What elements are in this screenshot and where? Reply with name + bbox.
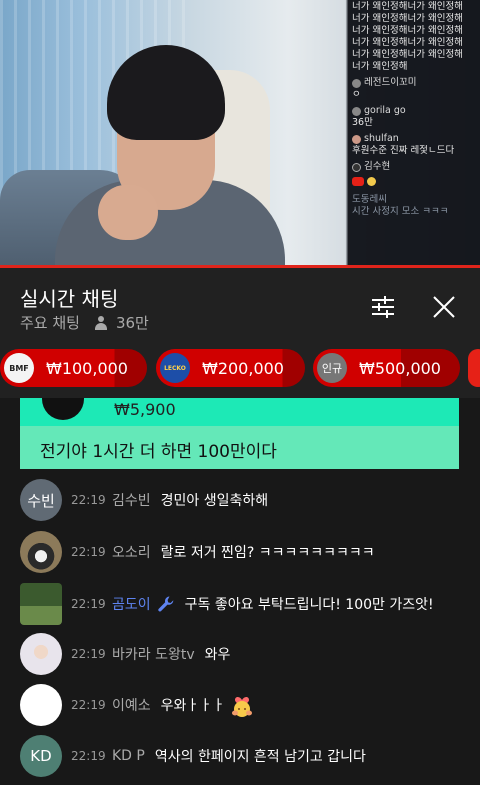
stream-overlay-chat: 너가 왜인정해너가 왜인정해 너가 왜인정해너가 왜인정해 너가 왜인정해너가 …: [348, 0, 480, 266]
overlay-line: 너가 왜인정해너가 왜인정해: [352, 25, 463, 36]
message-time: 22:19: [71, 545, 106, 559]
avatar[interactable]: [20, 633, 62, 675]
donor-avatar: LECKO: [160, 353, 190, 383]
avatar-icon: [352, 134, 361, 144]
ticker-chip-partial[interactable]: [468, 349, 480, 387]
ticker-amount: ₩200,000: [202, 358, 284, 378]
viewer-count: 36만: [115, 314, 149, 332]
avatar[interactable]: [20, 583, 62, 625]
avatar[interactable]: 수빈: [20, 479, 62, 521]
overlay-faded-user: 도동레씨: [352, 194, 387, 205]
super-chat-ticker: BMF ₩100,000 LECKO ₩200,000 인규 ₩500,000: [0, 342, 480, 398]
overlay-line: 너가 왜인정해너가 왜인정해: [352, 1, 463, 12]
avatar-icon: [352, 106, 361, 116]
avatar[interactable]: KD: [20, 735, 62, 777]
super-chat-message: 전기야 1시간 더 하면 100만이다: [20, 426, 459, 469]
avatar[interactable]: [20, 684, 62, 726]
overlay-user: 김수현: [352, 161, 476, 173]
overlay-username: 김수현: [364, 161, 391, 172]
overlay-username: gorila go: [364, 105, 406, 116]
overlay-line: 36만: [352, 117, 373, 128]
chat-mode-row[interactable]: 주요 채팅 36만: [20, 312, 149, 333]
overlay-user: shulfan: [352, 133, 476, 145]
chat-message[interactable]: 22:19 이예소 우와ㅏㅏㅏ: [20, 683, 480, 727]
overlay-line: 너가 왜인정해너가 왜인정해: [352, 49, 463, 60]
video-player[interactable]: 너가 왜인정해너가 왜인정해 너가 왜인정해너가 왜인정해 너가 왜인정해너가 …: [0, 0, 480, 266]
message-text: 랄로 저거 찐임? ㅋㅋㅋㅋㅋㅋㅋㅋㅋ: [160, 545, 375, 561]
author-name[interactable]: 바카라 도왕tv: [112, 644, 195, 664]
message-time: 22:19: [71, 749, 106, 763]
viewers-icon: [94, 315, 108, 330]
heart-hands-emoji-icon: [232, 697, 253, 717]
message-text: 경민아 생일축하해: [160, 493, 269, 509]
avatar[interactable]: [20, 531, 62, 573]
ticker-chip[interactable]: BMF ₩100,000: [0, 349, 147, 387]
overlay-username: 레전드이꼬미: [364, 77, 417, 88]
message-text: 우와ㅏㅏㅏ: [160, 698, 226, 714]
message-time: 22:19: [71, 493, 106, 507]
overlay-line: 너가 왜인정해너가 왜인정해: [352, 37, 463, 48]
avatar-icon: [352, 78, 361, 88]
chat-message[interactable]: KD 22:19 KD P 역사의 한페이지 흔적 남기고 갑니다: [20, 734, 480, 778]
author-name[interactable]: 곰도이: [112, 594, 151, 614]
overlay-line: 후원수준 진짜 레젗ㄴ드다: [352, 145, 455, 156]
author-name[interactable]: 김수빈: [112, 490, 151, 510]
overlay-line: 너가 왜인정해: [352, 61, 408, 72]
super-chat-header: ₩5,900: [20, 398, 459, 426]
youtube-badge-icon: [352, 177, 364, 186]
tune-icon[interactable]: [370, 294, 396, 320]
chat-list[interactable]: ₩5,900 전기야 1시간 더 하면 100만이다 수빈 22:19 김수빈 …: [0, 398, 480, 785]
ticker-chip[interactable]: 인규 ₩500,000: [313, 349, 460, 387]
donor-avatar: 인규: [317, 353, 347, 383]
chat-mode-label[interactable]: 주요 채팅: [20, 312, 80, 333]
overlay-line: ㅇ: [352, 89, 361, 100]
overlay-username: shulfan: [364, 133, 399, 144]
message-text: 와우: [204, 647, 231, 663]
overlay-badges: [352, 177, 476, 186]
message-time: 22:19: [71, 647, 106, 661]
ticker-amount: ₩100,000: [46, 358, 128, 378]
close-icon[interactable]: [431, 294, 457, 320]
chat-message[interactable]: 22:19 오소리 랄로 저거 찐임? ㅋㅋㅋㅋㅋㅋㅋㅋㅋ: [20, 530, 480, 574]
avatar-icon: [352, 162, 361, 172]
overlay-line: 너가 왜인정해너가 왜인정해: [352, 13, 463, 24]
message-text: 역사의 한페이지 흔적 남기고 갑니다: [154, 749, 366, 765]
overlay-user: gorila go: [352, 105, 476, 117]
live-chat-header: 실시간 채팅 주요 채팅 36만: [0, 268, 480, 342]
chat-message[interactable]: 수빈 22:19 김수빈 경민아 생일축하해: [20, 478, 480, 522]
message-time: 22:19: [71, 597, 106, 611]
message-text: 구독 좋아요 부탁드립니다! 100만 가즈앗!: [184, 597, 434, 613]
overlay-faded-line: 시간 사정지 모소 ㅋㅋㅋ: [352, 206, 449, 217]
chat-message[interactable]: 22:19 곰도이 구독 좋아요 부탁드립니다! 100만 가즈앗!: [20, 582, 480, 626]
message-time: 22:19: [71, 698, 106, 712]
wrench-icon: [157, 596, 173, 612]
donor-avatar: BMF: [4, 353, 34, 383]
overlay-user: 레전드이꼬미: [352, 77, 476, 89]
author-name[interactable]: KD P: [112, 748, 145, 764]
super-chat-avatar: [42, 398, 84, 420]
ticker-amount: ₩500,000: [359, 358, 441, 378]
ticker-chip[interactable]: LECKO ₩200,000: [156, 349, 305, 387]
emoji-icon: [367, 177, 376, 186]
author-name[interactable]: 이예소: [112, 695, 151, 715]
streamer-hand: [98, 185, 158, 240]
super-chat-amount: ₩5,900: [114, 400, 176, 419]
live-chat-title: 실시간 채팅: [20, 287, 119, 311]
author-name[interactable]: 오소리: [112, 542, 151, 562]
chat-message[interactable]: 22:19 바카라 도왕tv 와우: [20, 632, 480, 676]
